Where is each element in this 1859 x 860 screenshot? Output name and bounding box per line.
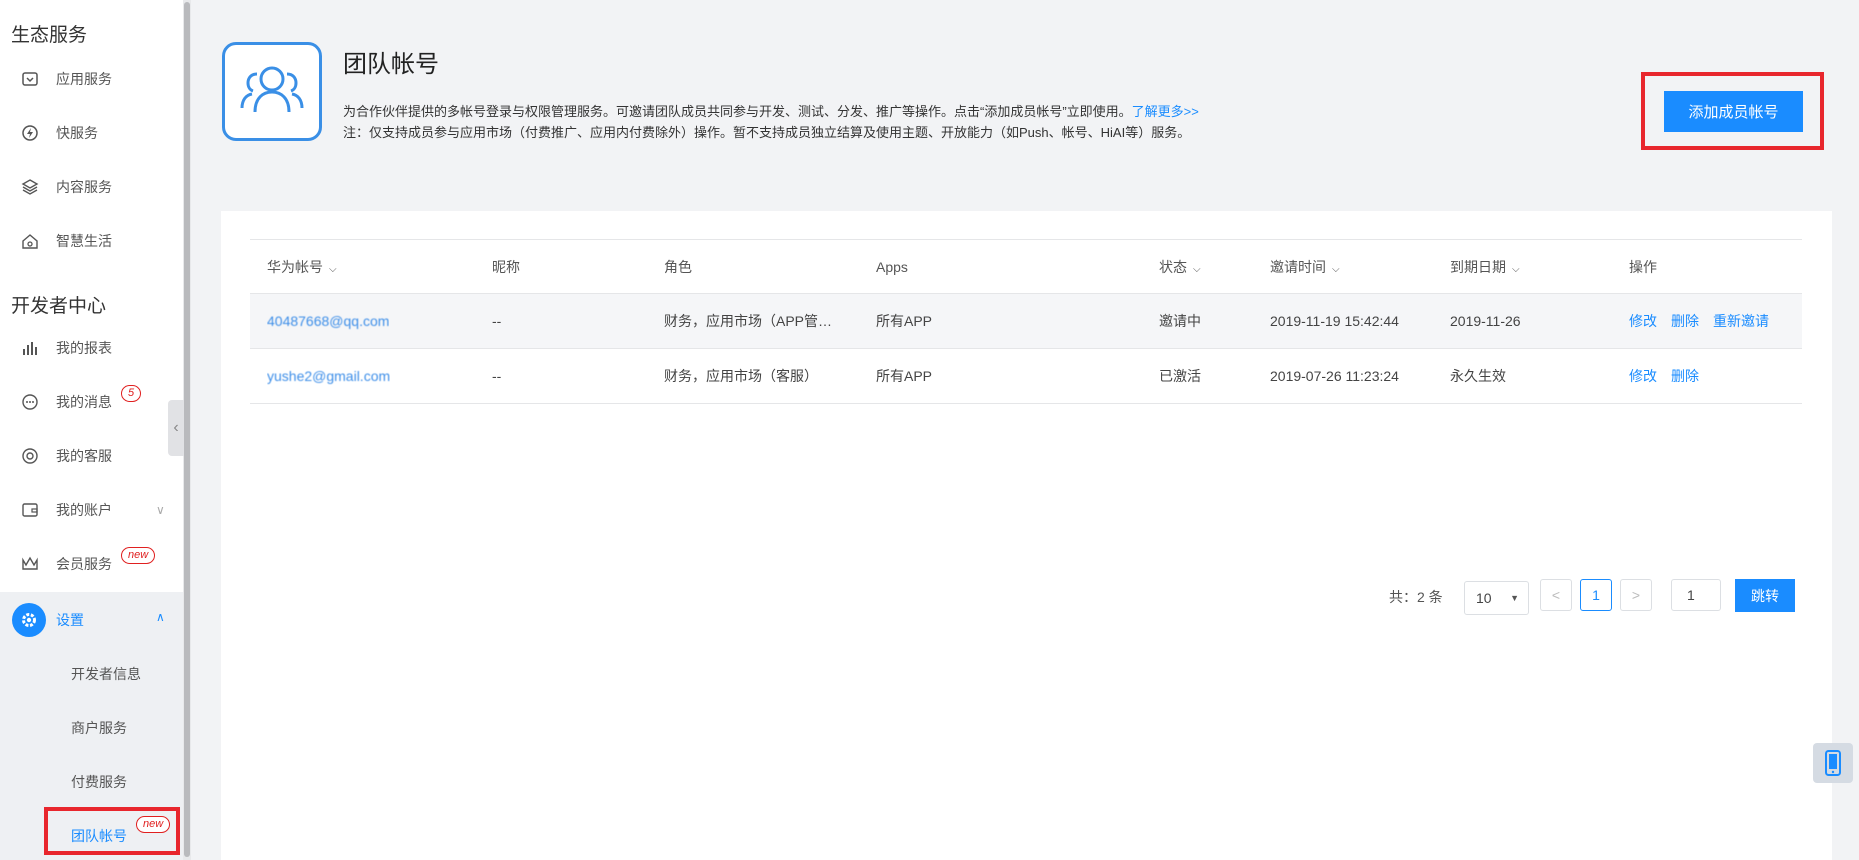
description-text: 为合作伙伴提供的多帐号登录与权限管理服务。可邀请团队成员共同参与开发、测试、分发… — [343, 104, 1132, 119]
account-cell[interactable]: 40487668@qq.com — [267, 294, 389, 348]
reinvite-button[interactable]: 重新邀请 — [1713, 313, 1769, 329]
sidebar-item-reports[interactable]: 我的报表 — [0, 321, 183, 375]
column-header-expire-date[interactable]: 到期日期 ⌵ — [1450, 240, 1520, 294]
next-page-button[interactable]: > — [1620, 579, 1652, 611]
sidebar-scrollbar[interactable] — [183, 0, 191, 860]
sidebar-item-settings[interactable]: 设置 ∧ — [0, 592, 183, 646]
nickname-cell: -- — [492, 313, 502, 329]
page-description: 为合作伙伴提供的多帐号登录与权限管理服务。可邀请团队成员共同参与开发、测试、分发… — [343, 101, 1199, 120]
account-cell[interactable]: yushe2@gmail.com — [267, 349, 390, 403]
invite-time-cell: 2019-11-19 15:42:44 — [1270, 313, 1399, 329]
role-cell: 财务，应用市场（客服） — [664, 368, 818, 384]
sidebar-item-quick-service[interactable]: 快服务 — [0, 106, 183, 160]
sidebar-item-label: 设置 — [56, 612, 84, 628]
sidebar-item-label: 我的账户 — [56, 502, 112, 518]
edit-button[interactable]: 修改 — [1629, 313, 1657, 329]
sidebar-item-label: 快服务 — [56, 125, 98, 141]
sidebar-item-content-service[interactable]: 内容服务 — [0, 160, 183, 214]
sidebar-item-label: 智慧生活 — [56, 233, 112, 249]
actions-cell: 修改 删除 — [1629, 349, 1713, 403]
sidebar-item-account[interactable]: 我的账户 ∨ — [0, 483, 183, 537]
crown-icon — [20, 554, 40, 574]
column-header-role: 角色 — [664, 259, 692, 275]
column-header-actions: 操作 — [1629, 259, 1657, 275]
quick-service-icon — [20, 123, 40, 143]
apps-cell: 所有APP — [876, 313, 933, 329]
team-icon — [240, 66, 304, 112]
new-badge: new — [121, 547, 156, 564]
sidebar-item-label: 我的消息 — [56, 394, 112, 410]
chevron-up-icon: ∧ — [156, 610, 165, 624]
sidebar-item-messages[interactable]: 我的消息 5 — [0, 375, 183, 429]
sidebar-item-label: 会员服务 — [56, 556, 112, 572]
gear-icon — [12, 603, 46, 637]
sidebar-subitem-paid-service[interactable]: 付费服务 — [71, 772, 127, 792]
expire-date-cell: 2019-11-26 — [1450, 313, 1521, 329]
apps-cell: 所有APP — [876, 368, 933, 384]
chevron-down-icon: ⌵ — [1332, 264, 1340, 275]
page-title: 团队帐号 — [343, 51, 439, 78]
headset-icon — [20, 446, 40, 466]
sidebar-item-membership[interactable]: 会员服务 new — [0, 537, 183, 591]
actions-cell: 修改 删除 重新邀请 — [1629, 294, 1783, 348]
column-header-apps: Apps — [876, 259, 908, 275]
team-account-highlight — [44, 807, 180, 855]
page-1-button[interactable]: 1 — [1580, 579, 1612, 611]
sidebar-item-label: 应用服务 — [56, 71, 112, 87]
edit-button[interactable]: 修改 — [1629, 368, 1657, 384]
pagination-total: 共：2 条 — [1389, 589, 1443, 605]
invite-time-cell: 2019-07-26 11:23:24 — [1270, 368, 1399, 384]
message-count-badge: 5 — [121, 385, 142, 402]
team-logo — [222, 42, 322, 141]
page-note: 注：仅支持成员参与应用市场（付费推广、应用内付费除外）操作。暂不支持成员独立结算… — [343, 125, 1191, 140]
message-icon — [20, 392, 40, 412]
nickname-cell: -- — [492, 368, 502, 384]
delete-button[interactable]: 删除 — [1671, 368, 1699, 384]
phone-float-button[interactable] — [1813, 743, 1853, 783]
bar-chart-icon — [20, 338, 40, 358]
sidebar-subitem-merchant-service[interactable]: 商户服务 — [71, 718, 127, 738]
layers-icon — [20, 177, 40, 197]
column-header-nickname: 昵称 — [492, 259, 520, 275]
table-header: 华为帐号 ⌵ 昵称 角色 Apps 状态 ⌵ 邀请时间 ⌵ 到期日期 ⌵ 操作 — [250, 239, 1802, 294]
role-cell: 财务，应用市场（APP管… — [664, 313, 833, 329]
table-row: 40487668@qq.com -- 财务，应用市场（APP管… 所有APP 邀… — [250, 294, 1802, 349]
collapse-sidebar-handle[interactable]: ‹ — [168, 400, 184, 456]
page-size-select[interactable]: 10 ▼ — [1464, 581, 1529, 615]
phone-icon — [1825, 750, 1841, 776]
column-header-account[interactable]: 华为帐号 ⌵ — [267, 240, 337, 294]
chevron-down-icon: ⌵ — [1193, 264, 1201, 275]
delete-button[interactable]: 删除 — [1671, 313, 1699, 329]
section-title-dev: 开发者中心 — [11, 296, 107, 317]
column-header-invite-time[interactable]: 邀请时间 ⌵ — [1270, 240, 1340, 294]
chevron-left-icon: ‹ — [173, 419, 179, 436]
section-title-eco: 生态服务 — [11, 25, 88, 46]
sidebar-subitem-developer-info[interactable]: 开发者信息 — [71, 664, 141, 684]
sidebar-item-customer-service[interactable]: 我的客服 — [0, 429, 183, 483]
app-service-icon — [20, 69, 40, 89]
smart-home-icon — [20, 231, 40, 251]
table-row: yushe2@gmail.com -- 财务，应用市场（客服） 所有APP 已激… — [250, 349, 1802, 404]
prev-page-button[interactable]: < — [1540, 579, 1572, 611]
sidebar-item-label: 我的报表 — [56, 340, 112, 356]
add-member-button[interactable]: 添加成员帐号 — [1664, 91, 1803, 132]
chevron-down-icon: ⌵ — [329, 264, 337, 275]
jump-button[interactable]: 跳转 — [1735, 579, 1795, 612]
sidebar-item-app-service[interactable]: 应用服务 — [0, 52, 183, 106]
sidebar-item-label: 内容服务 — [56, 179, 112, 195]
learn-more-link[interactable]: 了解更多>> — [1132, 104, 1199, 119]
chevron-down-icon: ∨ — [156, 503, 165, 517]
jump-page-input[interactable]: 1 — [1671, 579, 1721, 611]
status-cell: 邀请中 — [1159, 313, 1201, 329]
expire-date-cell: 永久生效 — [1450, 368, 1506, 384]
sidebar-item-label: 我的客服 — [56, 448, 112, 464]
chevron-down-icon: ⌵ — [1512, 264, 1520, 275]
sidebar-item-smart-life[interactable]: 智慧生活 — [0, 214, 183, 268]
wallet-icon — [20, 500, 40, 520]
column-header-status[interactable]: 状态 ⌵ — [1159, 240, 1201, 294]
page-size-value: 10 — [1476, 590, 1492, 606]
caret-down-icon: ▼ — [1510, 593, 1519, 603]
status-cell: 已激活 — [1159, 368, 1201, 384]
